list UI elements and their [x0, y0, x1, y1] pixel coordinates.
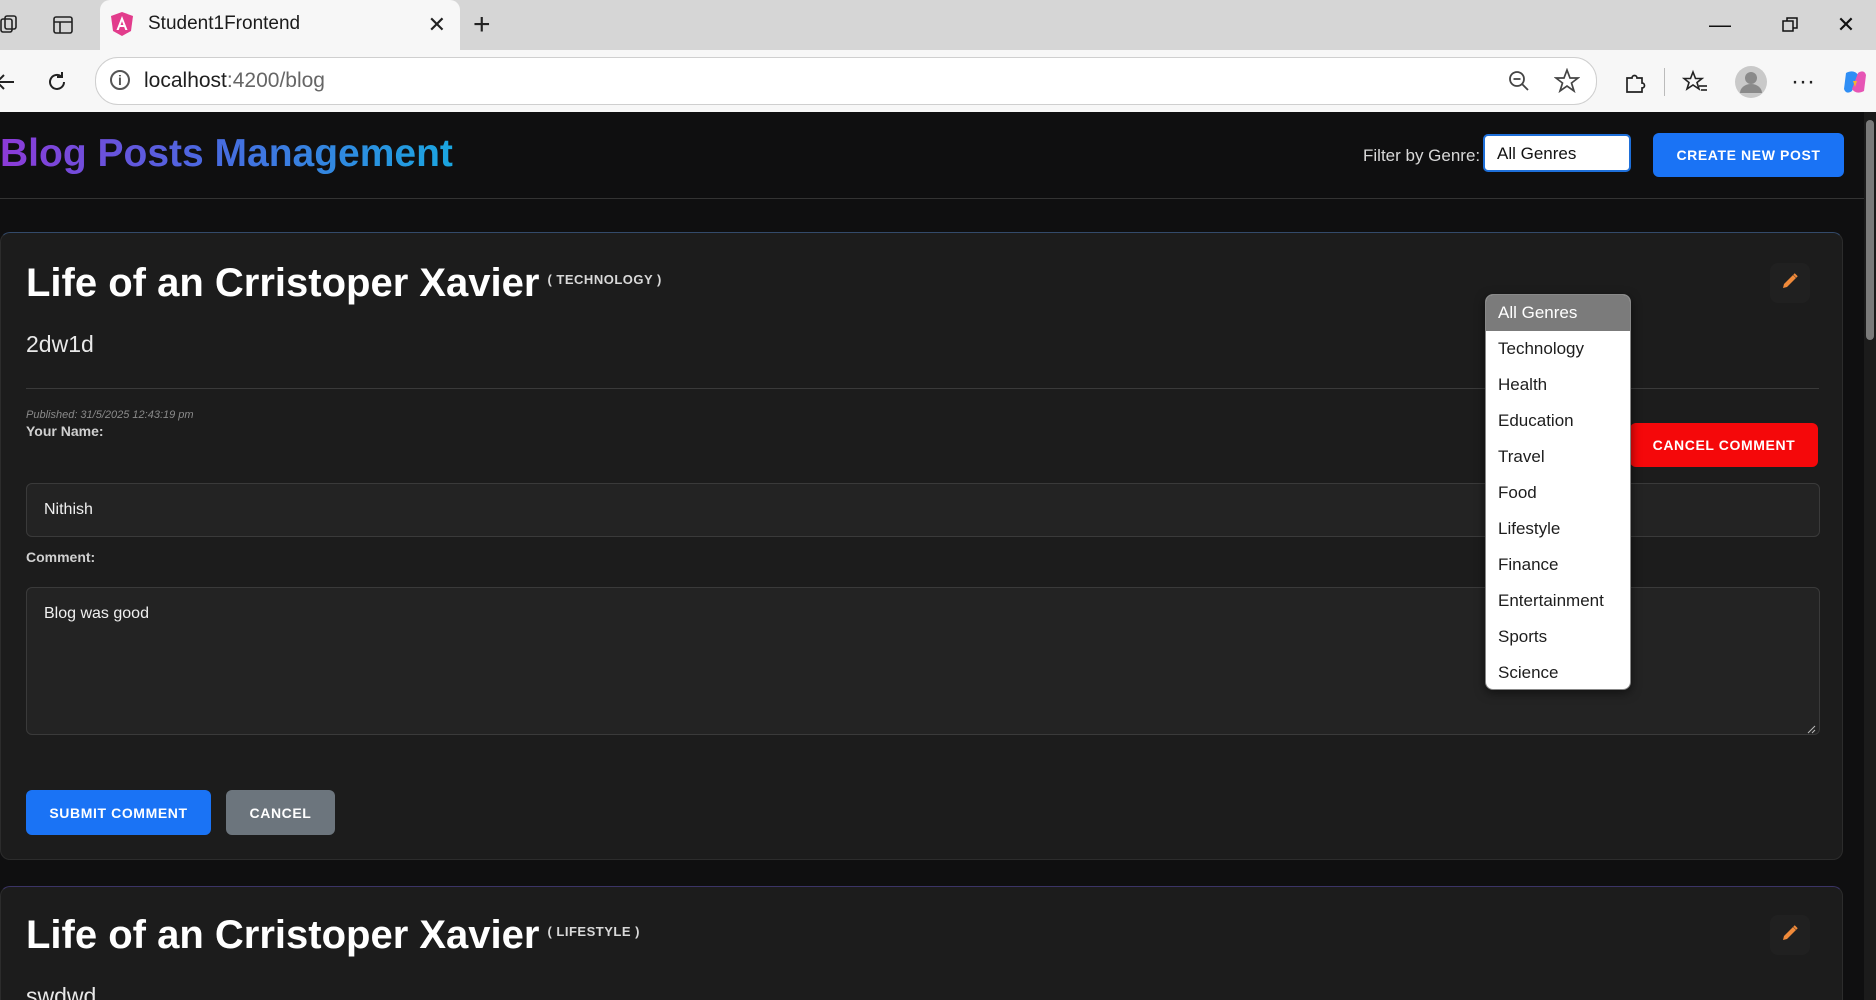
url-bar[interactable]: i localhost:4200/blog	[95, 57, 1597, 105]
browser-tab-bar: Student1Frontend ✕ + — ✕	[0, 0, 1876, 50]
toolbar-separator	[1664, 68, 1665, 96]
cancel-comment-button[interactable]: CANCEL COMMENT	[1630, 423, 1818, 467]
edit-post-button[interactable]	[1770, 915, 1810, 955]
new-tab-icon[interactable]: +	[473, 8, 491, 42]
page-title: Blog Posts Management	[0, 132, 453, 175]
genre-option[interactable]: All Genres	[1486, 295, 1630, 331]
back-icon[interactable]	[0, 67, 20, 97]
minimize-icon[interactable]: —	[1700, 10, 1740, 40]
address-bar: i localhost:4200/blog ···	[0, 50, 1876, 112]
post-body: 2dw1d	[26, 331, 94, 357]
active-tab[interactable]: Student1Frontend ✕	[100, 0, 460, 50]
post-title-text: Life of an Crristoper Xavier	[26, 913, 540, 957]
genre-option[interactable]: Health	[1486, 367, 1630, 403]
copilot-icon[interactable]	[1840, 67, 1870, 97]
post-title: Life of an Crristoper Xavier ( LIFESTYLE …	[26, 913, 640, 958]
site-info-icon[interactable]: i	[110, 70, 130, 90]
genre-option[interactable]: Technology	[1486, 331, 1630, 367]
tab-close-icon[interactable]: ✕	[428, 12, 446, 38]
page-content: Blog Posts Management Filter by Genre: A…	[0, 112, 1864, 1000]
pencil-icon	[1781, 924, 1799, 947]
zoom-out-icon[interactable]	[1506, 68, 1532, 94]
url-path: :4200/blog	[226, 69, 325, 92]
genre-option[interactable]: Education	[1486, 403, 1630, 439]
submit-comment-button[interactable]: SUBMIT COMMENT	[26, 790, 211, 835]
tab-title: Student1Frontend	[148, 13, 301, 34]
create-new-post-button[interactable]: CREATE NEW POST	[1653, 133, 1844, 177]
page-scrollbar[interactable]	[1864, 112, 1876, 1000]
restore-icon[interactable]	[1770, 10, 1810, 40]
url-text[interactable]: localhost:4200/blog	[144, 69, 325, 93]
resize-handle-icon[interactable]	[1806, 721, 1816, 734]
post-body: swdwd	[26, 983, 97, 1000]
post-card: Life of an Crristoper Xavier ( LIFESTYLE …	[0, 886, 1843, 1000]
angular-logo-icon	[110, 11, 134, 42]
genre-dropdown-list: All Genres Technology Health Education T…	[1485, 294, 1631, 690]
genre-option[interactable]: Sports	[1486, 619, 1630, 655]
close-window-icon[interactable]: ✕	[1826, 10, 1866, 40]
profile-avatar-icon[interactable]	[1733, 64, 1769, 100]
genre-option[interactable]: Science	[1486, 655, 1630, 689]
post-title: Life of an Crristoper Xavier ( TECHNOLOGY…	[26, 261, 662, 306]
refresh-icon[interactable]	[42, 67, 72, 97]
genre-option[interactable]: Lifestyle	[1486, 511, 1630, 547]
genre-option[interactable]: Travel	[1486, 439, 1630, 475]
genre-option[interactable]: Food	[1486, 475, 1630, 511]
post-genre-tag: ( TECHNOLOGY )	[547, 272, 662, 287]
post-title-text: Life of an Crristoper Xavier	[26, 261, 540, 305]
favorite-star-icon[interactable]	[1554, 68, 1580, 94]
post-genre-tag: ( LIFESTYLE )	[547, 924, 640, 939]
more-options-icon[interactable]: ···	[1788, 67, 1818, 97]
extensions-icon[interactable]	[1620, 67, 1650, 97]
comment-label: Comment:	[26, 549, 96, 565]
cancel-button[interactable]: CANCEL	[226, 790, 335, 835]
genre-filter-select[interactable]: All Genres	[1483, 134, 1631, 172]
genre-option[interactable]: Finance	[1486, 547, 1630, 583]
favorites-icon[interactable]	[1680, 67, 1710, 97]
filter-label: Filter by Genre:	[1363, 146, 1481, 165]
name-label: Your Name:	[26, 423, 104, 439]
published-date: Published: 31/5/2025 12:43:19 pm	[26, 409, 194, 421]
workspaces-icon[interactable]	[0, 10, 24, 40]
pencil-icon	[1781, 272, 1799, 295]
genre-option[interactable]: Entertainment	[1486, 583, 1630, 619]
scrollbar-thumb[interactable]	[1866, 120, 1874, 340]
url-host: localhost	[144, 69, 227, 92]
tab-actions-icon[interactable]	[48, 10, 78, 40]
comment-text: Blog was good	[44, 605, 149, 622]
header-divider	[0, 198, 1864, 199]
edit-post-button[interactable]	[1770, 263, 1810, 303]
